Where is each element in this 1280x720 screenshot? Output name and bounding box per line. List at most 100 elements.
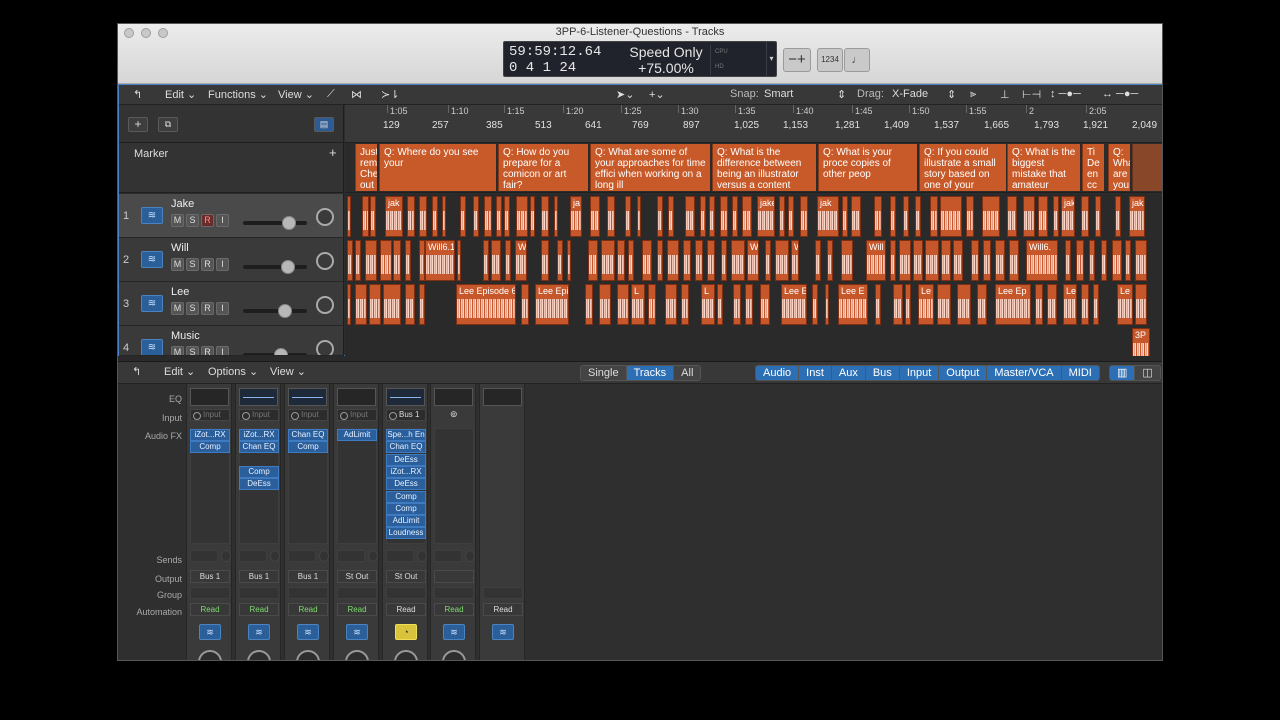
metronome-icon[interactable]: ♩ <box>844 48 870 72</box>
audio-region[interactable] <box>1135 284 1147 325</box>
audio-region[interactable]: Will6.11 <box>425 240 455 281</box>
audio-region[interactable] <box>899 240 911 281</box>
narrow-strips-icon[interactable]: ▥ <box>1110 366 1136 380</box>
mixer-edit-menu[interactable]: Edit ⌄ <box>164 365 195 378</box>
audio-region[interactable] <box>657 196 663 237</box>
audio-region[interactable] <box>1047 284 1057 325</box>
audio-region[interactable] <box>1053 196 1059 237</box>
audio-fx-slot[interactable]: Spe...h En <box>386 429 426 441</box>
group-slot[interactable] <box>239 587 279 599</box>
mute-button[interactable]: M <box>171 346 184 355</box>
audio-region[interactable] <box>419 284 425 325</box>
audio-region[interactable] <box>541 240 549 281</box>
audio-region[interactable] <box>930 196 938 237</box>
audio-region[interactable]: L <box>701 284 715 325</box>
audio-region[interactable] <box>775 240 789 281</box>
audio-region[interactable] <box>557 240 563 281</box>
audio-region[interactable] <box>851 196 861 237</box>
filter-master-vca[interactable]: Master/VCA <box>987 366 1062 380</box>
audio-region[interactable] <box>668 196 674 237</box>
output-slot[interactable]: St Out <box>337 570 377 583</box>
audio-region[interactable] <box>407 196 415 237</box>
audio-region[interactable] <box>874 196 882 237</box>
mixer-options-menu[interactable]: Options ⌄ <box>208 365 258 378</box>
audio-fx-area[interactable] <box>434 428 474 544</box>
audio-region[interactable]: Will6. <box>1026 240 1058 281</box>
lcd-dropdown-icon[interactable]: ▾ <box>766 42 776 76</box>
automation-mode[interactable]: Read <box>434 603 474 616</box>
audio-region[interactable] <box>491 240 501 281</box>
audio-region[interactable] <box>628 240 634 281</box>
waveform-zoom-icon[interactable]: ⫸ <box>970 88 976 101</box>
audio-region[interactable] <box>733 284 741 325</box>
audio-region[interactable] <box>982 196 1000 237</box>
audio-fx-slot[interactable]: Chan EQ <box>239 441 279 454</box>
volume-fader[interactable] <box>243 348 307 355</box>
audio-region[interactable] <box>504 196 510 237</box>
audio-fx-slot[interactable]: DeEss <box>239 478 279 491</box>
edit-menu[interactable]: Edit ⌄ <box>165 88 196 101</box>
input-slot[interactable]: Input <box>190 409 230 421</box>
link-icon[interactable]: ⊚ <box>450 409 458 420</box>
automation-mode[interactable]: Read <box>386 603 426 616</box>
audio-region[interactable]: jak <box>1061 196 1075 237</box>
audio-region[interactable] <box>484 196 492 237</box>
output-slot[interactable] <box>434 570 474 583</box>
filter-bus[interactable]: Bus <box>865 366 900 380</box>
audio-region[interactable] <box>355 240 361 281</box>
audio-region[interactable] <box>657 240 663 281</box>
filter-output[interactable]: Output <box>939 366 988 380</box>
pan-knob[interactable] <box>296 650 320 660</box>
audio-region[interactable] <box>957 284 971 325</box>
audio-region[interactable] <box>685 196 695 237</box>
output-slot[interactable]: Bus 1 <box>239 570 279 583</box>
audio-region[interactable] <box>1125 240 1131 281</box>
audio-region[interactable] <box>442 196 446 237</box>
audio-region[interactable] <box>607 196 615 237</box>
audio-region[interactable]: jak <box>1129 196 1145 237</box>
audio-region[interactable]: jak <box>817 196 839 237</box>
mixer-back-icon[interactable]: ↰ <box>132 365 141 378</box>
send-slot[interactable] <box>239 550 267 562</box>
audio-region[interactable] <box>457 240 461 281</box>
audio-region[interactable] <box>521 284 529 325</box>
audio-region[interactable] <box>825 284 829 325</box>
fit-vertical-icon[interactable]: ⊥ <box>1000 88 1010 101</box>
send-slot[interactable] <box>288 550 316 562</box>
pan-knob[interactable] <box>316 252 334 270</box>
audio-region[interactable] <box>1095 196 1101 237</box>
audio-region[interactable]: L <box>631 284 645 325</box>
send-knob[interactable] <box>221 550 231 562</box>
audio-fx-slot[interactable]: Comp <box>386 502 426 515</box>
audio-region[interactable] <box>1081 196 1089 237</box>
audio-region[interactable]: Lee Epi <box>535 284 569 325</box>
volume-fader[interactable] <box>243 304 307 318</box>
pan-knob[interactable] <box>316 340 334 355</box>
mixer-view-menu[interactable]: View ⌄ <box>270 365 306 378</box>
volume-fader[interactable] <box>243 260 307 274</box>
eq-thumbnail[interactable] <box>239 388 278 406</box>
audio-region[interactable] <box>695 240 703 281</box>
audio-region[interactable] <box>915 196 921 237</box>
snap-select[interactable]: Smart <box>764 88 793 100</box>
audio-region[interactable] <box>1035 284 1043 325</box>
audio-region[interactable]: W <box>791 240 799 281</box>
eq-thumbnail[interactable] <box>434 388 473 406</box>
audio-region[interactable]: Wi <box>515 240 527 281</box>
filter-input[interactable]: Input <box>899 366 940 380</box>
audio-fx-slot[interactable]: AdLimit <box>337 429 377 441</box>
audio-region[interactable] <box>1076 240 1084 281</box>
track-lanes[interactable]: jak ja jake jak jak jak Will6.11 Wi Will W Will Wil… <box>345 194 1162 356</box>
audio-region[interactable] <box>483 240 489 281</box>
pointer-tool-icon[interactable]: ➤⌄ <box>616 88 634 101</box>
group-slot[interactable] <box>288 587 328 599</box>
pan-knob[interactable] <box>345 650 369 660</box>
automation-icon[interactable]: ⟋ <box>327 88 335 101</box>
audio-region[interactable] <box>905 284 911 325</box>
add-track-button[interactable]: + <box>128 117 148 132</box>
pan-knob[interactable] <box>247 650 271 660</box>
fader-knob[interactable] <box>280 260 295 274</box>
audio-region[interactable]: Will <box>747 240 759 281</box>
audio-region[interactable] <box>760 284 770 325</box>
audio-region[interactable] <box>707 240 715 281</box>
